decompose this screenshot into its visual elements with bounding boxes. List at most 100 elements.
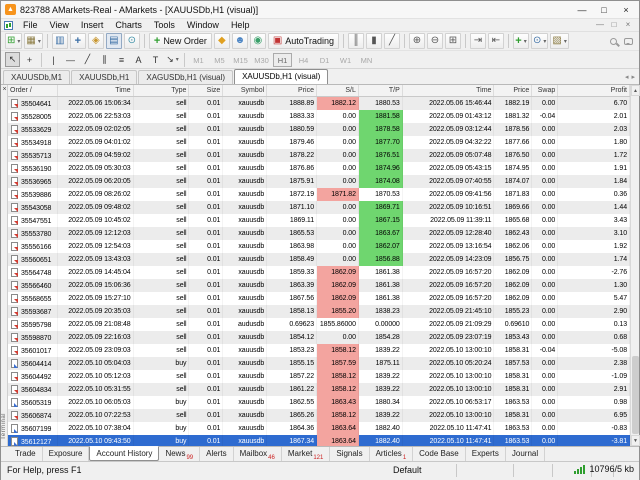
history-row-35539886[interactable]: 355398862022.05.09 08:26:02sell0.01xauus… — [8, 188, 630, 201]
timeframe-h1-button[interactable]: H1 — [273, 53, 292, 67]
text-label-tool-button[interactable]: T — [148, 52, 163, 67]
history-row-35598870[interactable]: 355988702022.05.09 22:16:03sell0.01xauus… — [8, 331, 630, 344]
history-row-35536965[interactable]: 355369652022.05.09 06:20:05sell0.01xauus… — [8, 175, 630, 188]
column-header-price-5[interactable]: Price — [267, 85, 317, 96]
history-row-35593687[interactable]: 355936872022.05.09 20:35:03sell0.01xauus… — [8, 305, 630, 318]
chart-tab-2[interactable]: XAGUSDb,H1 (visual) — [138, 70, 233, 84]
status-profile-name[interactable]: Default — [393, 465, 422, 475]
maximize-button[interactable]: □ — [593, 2, 615, 18]
tab-alerts[interactable]: Alerts — [200, 447, 233, 461]
profiles-button[interactable]: ▦▾ — [24, 33, 42, 49]
text-tool-button[interactable]: A — [131, 52, 146, 67]
menu-charts[interactable]: Charts — [109, 19, 148, 32]
zoom-out-button[interactable]: ⊖ — [427, 33, 443, 49]
history-row-35604414[interactable]: 356044142022.05.10 05:04:03buy0.01xauusd… — [8, 357, 630, 370]
vertical-scrollbar[interactable]: ▲ ▼ — [630, 85, 639, 446]
menu-view[interactable]: View — [44, 19, 75, 32]
crosshair-tool-button[interactable]: + — [22, 52, 37, 67]
timeframe-m30-button[interactable]: M30 — [252, 53, 271, 67]
scroll-down-icon[interactable]: ▼ — [631, 435, 640, 446]
terminal-close-icon[interactable]: × — [1, 86, 8, 94]
history-row-35553780[interactable]: 355537802022.05.09 12:12:03sell0.01xauus… — [8, 227, 630, 240]
timeframe-d1-button[interactable]: D1 — [315, 53, 334, 67]
trendline-tool-button[interactable]: ╱ — [80, 52, 95, 67]
history-row-35595798[interactable]: 355957982022.05.09 21:08:48sell0.01audus… — [8, 318, 630, 331]
equidistant-channel-tool-button[interactable]: ∥ — [97, 52, 112, 67]
periods-button[interactable]: ⊙▾ — [531, 33, 548, 49]
timeframe-mn-button[interactable]: MN — [357, 53, 376, 67]
chart-tab-3[interactable]: XAUUSDb,H1 (visual) — [234, 69, 328, 84]
market-watch-button[interactable]: ▥ — [52, 33, 68, 49]
templates-button[interactable]: ▧▾ — [550, 33, 568, 49]
tabs-scroll-left-icon[interactable]: ◂ — [625, 73, 629, 81]
history-row-35528005[interactable]: 355280052022.05.06 22:53:03sell0.01xauus… — [8, 110, 630, 123]
line-chart-button[interactable]: ╱ — [384, 33, 400, 49]
timeframe-w1-button[interactable]: W1 — [336, 53, 355, 67]
column-header-tp-7[interactable]: T/P — [359, 85, 403, 96]
tab-code-base[interactable]: Code Base — [413, 447, 466, 461]
horizontal-line-tool-button[interactable]: — — [63, 52, 78, 67]
timeframe-m5-button[interactable]: M5 — [210, 53, 229, 67]
history-row-35607199[interactable]: 356071992022.05.10 07:38:04buy0.01xauusd… — [8, 422, 630, 435]
arrows-dropdown-icon[interactable]: ▾ — [176, 56, 179, 63]
chat-icon[interactable] — [624, 38, 633, 45]
tab-mailbox[interactable]: Mailbox46 — [234, 447, 282, 461]
history-row-35601017[interactable]: 356010172022.05.09 23:09:03sell0.01xauus… — [8, 344, 630, 357]
history-row-35536190[interactable]: 355361902022.05.09 05:30:03sell0.01xauus… — [8, 162, 630, 175]
indicators-button[interactable]: +▾ — [513, 33, 529, 49]
new-order-button[interactable]: +New Order — [149, 33, 212, 49]
child-minimize-button[interactable]: — — [593, 19, 607, 31]
tab-articles[interactable]: Articles1 — [370, 447, 414, 461]
chart-tab-0[interactable]: XAUUSDb,M1 — [3, 70, 70, 84]
history-row-35605319[interactable]: 356053192022.05.10 06:05:03buy0.01xauusd… — [8, 396, 630, 409]
column-header-time-8[interactable]: Time — [403, 85, 495, 96]
timeframe-m15-button[interactable]: M15 — [231, 53, 250, 67]
metaeditor-button[interactable]: ◆ — [214, 33, 230, 49]
column-header-price-9[interactable]: Price — [494, 85, 532, 96]
strategy-tester-button[interactable]: ⊙ — [124, 33, 140, 49]
navigator-button[interactable]: ◈ — [88, 33, 104, 49]
vertical-line-tool-button[interactable]: | — [46, 52, 61, 67]
bar-chart-button[interactable]: ║ — [348, 33, 364, 49]
column-header-profit-11[interactable]: Profit — [558, 85, 630, 96]
tab-exposure[interactable]: Exposure — [43, 447, 90, 461]
history-row-35533629[interactable]: 355336292022.05.09 02:02:05sell0.01xauus… — [8, 123, 630, 136]
column-header-size-3[interactable]: Size — [189, 85, 223, 96]
templates-dropdown-icon[interactable]: ▾ — [564, 38, 567, 45]
history-row-35566460[interactable]: 355664602022.05.09 15:06:36sell0.01xauus… — [8, 279, 630, 292]
tab-experts[interactable]: Experts — [466, 447, 506, 461]
column-header-symbol-4[interactable]: Symbol — [223, 85, 267, 96]
column-header-swap-10[interactable]: Swap — [532, 85, 558, 96]
column-header-type-2[interactable]: Type — [134, 85, 190, 96]
website-button[interactable]: ◉ — [250, 33, 266, 49]
chart-shift-button[interactable]: ⇤ — [488, 33, 504, 49]
indicators-dropdown-icon[interactable]: ▾ — [524, 38, 527, 45]
history-row-35606874[interactable]: 356068742022.05.10 07:22:53sell0.01xauus… — [8, 409, 630, 422]
mql-community-button[interactable]: ☻ — [232, 33, 248, 49]
tab-market[interactable]: Market121 — [282, 447, 330, 461]
search-icon[interactable] — [610, 38, 617, 45]
tabs-scroll-right-icon[interactable]: ▸ — [631, 73, 635, 81]
new-chart-button[interactable]: ⊞▾ — [5, 33, 22, 49]
minimize-button[interactable]: — — [571, 2, 593, 18]
terminal-button[interactable]: ▤ — [106, 33, 122, 49]
timeframe-h4-button[interactable]: H4 — [294, 53, 313, 67]
periods-dropdown-icon[interactable]: ▾ — [543, 38, 546, 45]
close-button[interactable]: × — [615, 2, 637, 18]
history-row-35604492[interactable]: 356044922022.05.10 05:12:03sell0.01xauus… — [8, 370, 630, 383]
column-header-sl-6[interactable]: S/L — [317, 85, 359, 96]
tile-windows-button[interactable]: ⊞ — [445, 33, 461, 49]
zoom-in-button[interactable]: ⊕ — [409, 33, 425, 49]
menu-file[interactable]: File — [17, 19, 44, 32]
history-row-35535713[interactable]: 355357132022.05.09 04:59:02sell0.01xauus… — [8, 149, 630, 162]
child-close-button[interactable]: × — [621, 19, 635, 31]
history-row-35504641[interactable]: 355046412022.05.06 15:06:34sell0.01xauus… — [8, 97, 630, 110]
column-header-order-0[interactable]: Order / — [8, 85, 58, 96]
new-chart-dropdown-icon[interactable]: ▾ — [17, 38, 20, 45]
arrows-tool-button[interactable]: ↘▾ — [165, 52, 180, 67]
cursor-tool-button[interactable]: ↖ — [5, 52, 20, 67]
history-row-35556166[interactable]: 355561662022.05.09 12:54:03sell0.01xauus… — [8, 240, 630, 253]
menu-tools[interactable]: Tools — [148, 19, 181, 32]
scroll-up-icon[interactable]: ▲ — [631, 85, 640, 96]
history-row-35568655[interactable]: 355686552022.05.09 15:27:10sell0.01xauus… — [8, 292, 630, 305]
